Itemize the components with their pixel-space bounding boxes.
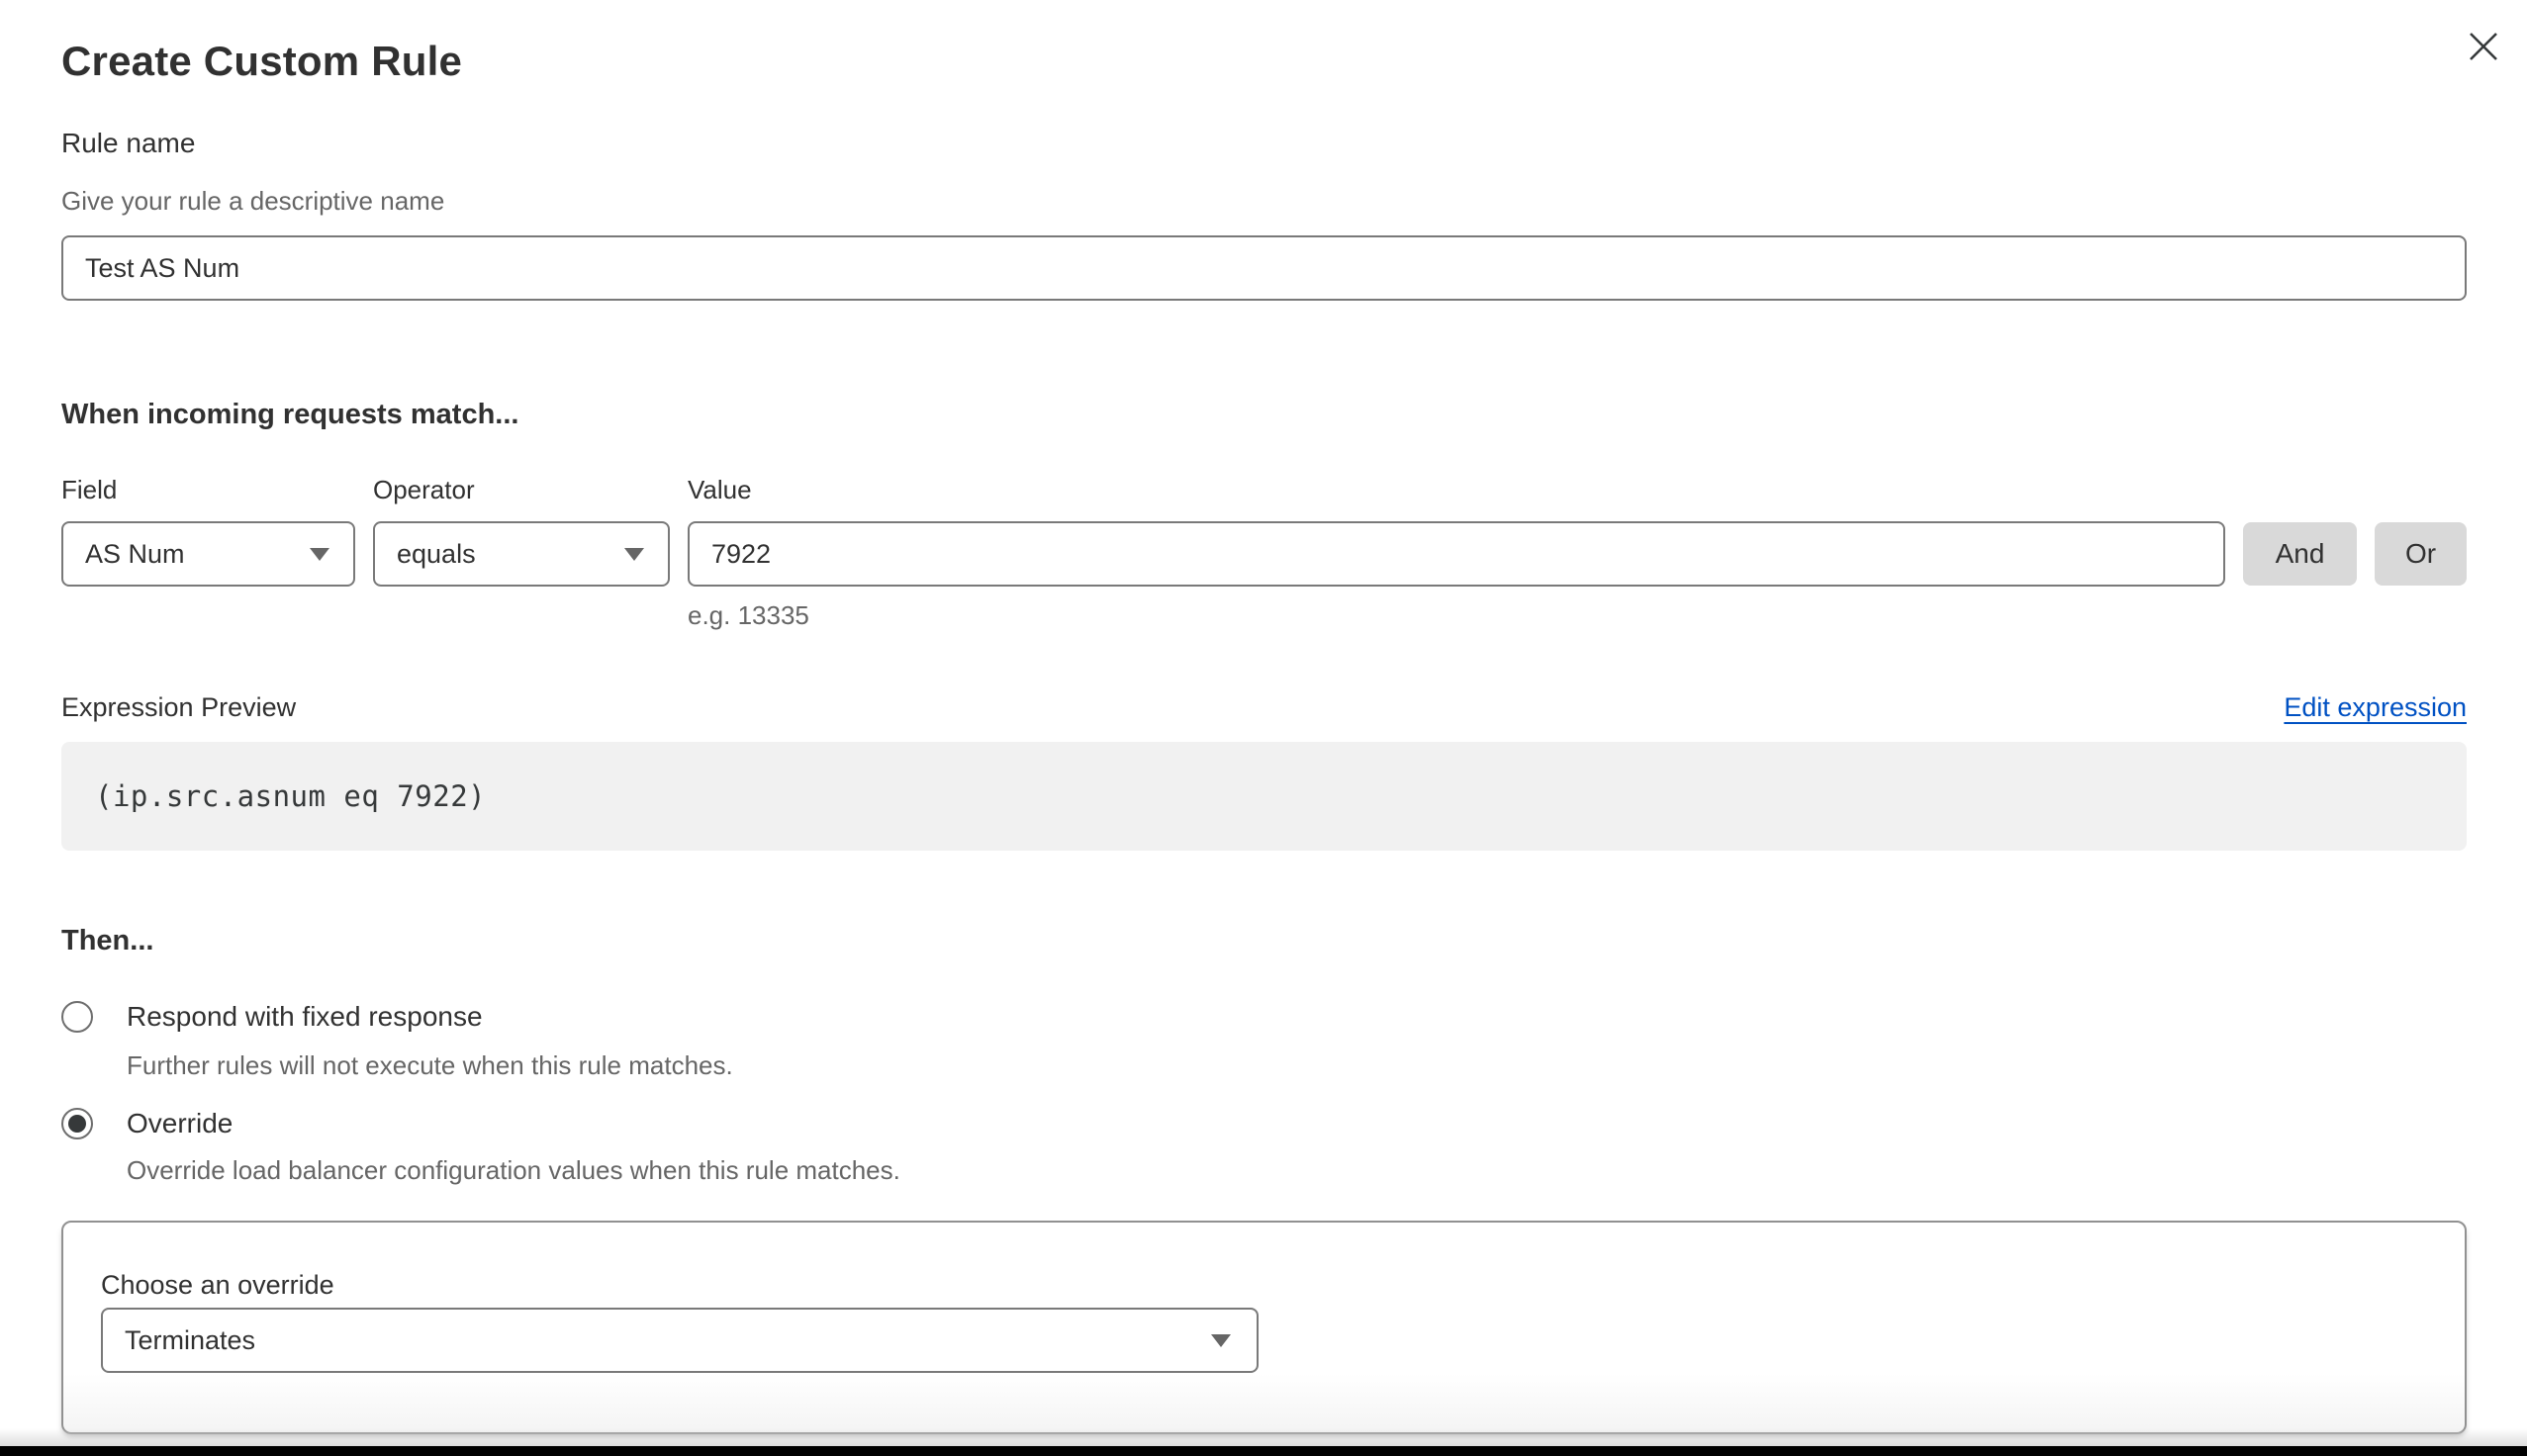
override-select-value: Terminates xyxy=(125,1325,255,1356)
expression-preview-box: (ip.src.asnum eq 7922) xyxy=(61,742,2467,851)
condition-row: Field Operator Value AS Num equals And O… xyxy=(61,475,2467,631)
choose-override-label: Choose an override xyxy=(101,1270,334,1301)
modal-bottom-fade xyxy=(0,1428,2527,1446)
expression-preview-label: Expression Preview xyxy=(61,692,296,723)
operator-label: Operator xyxy=(373,475,670,505)
radio-unselected-icon[interactable] xyxy=(61,1001,93,1033)
then-section-heading: Then... xyxy=(61,925,153,957)
value-input[interactable] xyxy=(688,521,2225,587)
option-respond-label: Respond with fixed response xyxy=(127,1001,483,1033)
rule-name-help-text: Give your rule a descriptive name xyxy=(61,186,444,217)
chevron-down-icon xyxy=(1211,1334,1231,1347)
close-button[interactable] xyxy=(2468,31,2499,62)
field-select-value: AS Num xyxy=(85,539,185,570)
field-select[interactable]: AS Num xyxy=(61,521,355,587)
bottom-edge-bar xyxy=(0,1446,2527,1456)
or-button[interactable]: Or xyxy=(2375,522,2467,586)
edit-expression-link[interactable]: Edit expression xyxy=(2284,692,2467,723)
close-icon xyxy=(2468,31,2499,62)
rule-name-label: Rule name xyxy=(61,128,195,159)
rule-name-input[interactable] xyxy=(61,235,2467,301)
value-label: Value xyxy=(688,475,2225,505)
expression-code: (ip.src.asnum eq 7922) xyxy=(95,779,486,813)
chevron-down-icon xyxy=(310,548,329,561)
and-button[interactable]: And xyxy=(2243,522,2357,586)
override-settings-card: Choose an override Terminates xyxy=(61,1221,2467,1434)
option-override[interactable]: Override xyxy=(61,1108,233,1139)
page-title: Create Custom Rule xyxy=(61,38,462,85)
expression-preview-header: Expression Preview Edit expression xyxy=(61,692,2467,723)
radio-selected-icon[interactable] xyxy=(61,1108,93,1139)
option-respond-fixed-response[interactable]: Respond with fixed response xyxy=(61,1001,483,1033)
operator-select-value: equals xyxy=(397,539,476,570)
value-hint: e.g. 13335 xyxy=(688,600,2225,631)
operator-select[interactable]: equals xyxy=(373,521,670,587)
option-respond-description: Further rules will not execute when this… xyxy=(127,1050,733,1081)
override-select[interactable]: Terminates xyxy=(101,1308,1259,1373)
match-section-heading: When incoming requests match... xyxy=(61,399,518,431)
chevron-down-icon xyxy=(624,548,644,561)
create-custom-rule-dialog: Create Custom Rule Rule name Give your r… xyxy=(0,0,2527,1456)
option-override-label: Override xyxy=(127,1108,233,1139)
field-label: Field xyxy=(61,475,355,505)
option-override-description: Override load balancer configuration val… xyxy=(127,1155,900,1186)
